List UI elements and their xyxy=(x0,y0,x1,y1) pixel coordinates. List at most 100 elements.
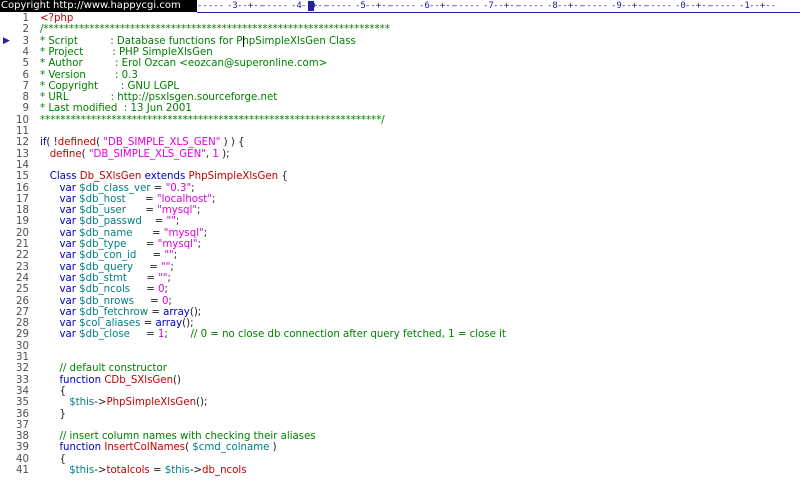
line-number: 14 xyxy=(16,159,29,171)
code-token: = xyxy=(132,227,164,239)
code-line[interactable]: 26 var $db_nrows = 0; xyxy=(0,296,800,307)
code-token: db_ncols xyxy=(202,465,247,476)
code-line[interactable]: 6 * Version : 0.3 xyxy=(0,70,800,81)
code-line[interactable]: 14 xyxy=(0,160,800,171)
code-line[interactable]: 40 { xyxy=(0,454,800,465)
line-number: 30 xyxy=(16,340,29,352)
code-line[interactable]: 18 var $db_user = "mysql"; xyxy=(0,205,800,216)
code-token: PhpSimpleXlsGen xyxy=(188,171,279,183)
code-line[interactable]: 17 var $db_host = "localhost"; xyxy=(0,194,800,205)
code-line[interactable]: 28 var $col_aliases = array(); xyxy=(0,318,800,329)
code-line[interactable]: 12 if( !defined( "DB_SIMPLE_XLS_GEN" ) ) … xyxy=(0,137,800,148)
code-token: defined xyxy=(57,137,97,149)
code-line[interactable]: 29 var $db_close = 1; // 0 = no close db… xyxy=(0,329,800,340)
code-line[interactable]: 36 } xyxy=(0,409,800,420)
code-token: ; xyxy=(203,227,208,239)
ruler-cursor-marker xyxy=(308,1,314,11)
code-line[interactable]: 1 <?php xyxy=(0,13,800,24)
code-token: "0.3" xyxy=(165,182,192,194)
code-line[interactable]: 22 var $db_con_id = ""; xyxy=(0,250,800,261)
code-token: /***************************************… xyxy=(40,24,390,36)
code-token: = xyxy=(133,261,162,273)
code-line[interactable]: 38 // insert column names with checking … xyxy=(0,431,800,442)
code-token: = xyxy=(136,250,165,262)
code-line[interactable]: 27 var $db_fetchrow = array(); xyxy=(0,307,800,318)
code-token: ; xyxy=(170,261,174,273)
code-token: ( xyxy=(46,137,54,149)
code-token: ; xyxy=(167,272,171,284)
code-token: "DB_SIMPLE_XLS_GEN" xyxy=(88,148,206,160)
code-line[interactable]: 23 var $db_query = ""; xyxy=(0,262,800,273)
code-line[interactable]: ▶ 3 * Script : Database functions for PhpS… xyxy=(0,36,800,47)
line-number: 16 xyxy=(16,182,29,194)
line-number: 19 xyxy=(16,216,29,228)
code-text: function InsertColNames( $cmd_colname ) xyxy=(40,442,276,454)
code-line[interactable]: 15 Class Db_SXlsGen extends PhpSimpleXls… xyxy=(0,171,800,182)
code-token: = xyxy=(140,318,156,330)
code-line[interactable]: 10 **************************************… xyxy=(0,115,800,126)
code-line[interactable]: 7 * Copyright : GNU LGPL xyxy=(0,81,800,92)
line-number: 4 xyxy=(22,46,29,58)
code-token: array xyxy=(163,306,190,318)
column-ruler[interactable]: ----- -3 --+-- ----- -4 --+-- ----- -5 --+-- ----… xyxy=(197,0,800,13)
code-line[interactable]: 21 var $db_type = "mysql"; xyxy=(0,239,800,250)
code-token: var xyxy=(59,182,76,194)
code-line[interactable]: 24 var $db_stmt = ""; xyxy=(0,273,800,284)
code-line[interactable]: 11 xyxy=(0,126,800,137)
code-line[interactable]: 19 var $db_passwd = ""; xyxy=(0,216,800,227)
code-line[interactable]: 30 xyxy=(0,341,800,352)
line-number: 39 xyxy=(16,442,29,454)
code-line[interactable]: 39 function InsertColNames( $cmd_colname… xyxy=(0,442,800,453)
code-token: -> xyxy=(94,465,107,476)
code-token: (); xyxy=(182,318,194,330)
copyright-label: Copyright http://www.happycgi.com xyxy=(0,0,198,12)
code-token: = xyxy=(126,272,159,284)
code-line[interactable]: 16 var $db_class_ver = "0.3"; xyxy=(0,183,800,194)
line-number: 7 xyxy=(22,80,29,92)
code-line[interactable]: 35 $this->PhpSimpleXlsGen(); xyxy=(0,397,800,408)
line-number: 6 xyxy=(22,69,29,81)
code-line[interactable]: 37 xyxy=(0,420,800,431)
line-number: 36 xyxy=(16,408,29,420)
code-line[interactable]: 31 xyxy=(0,352,800,363)
code-text: var $db_query = ""; xyxy=(40,261,174,273)
code-line[interactable]: 34 { xyxy=(0,386,800,397)
code-line[interactable]: 4 * Project : PHP SimpleXlsGen xyxy=(0,47,800,58)
line-number: 13 xyxy=(16,148,29,160)
code-editor[interactable]: 1 <?php 2 /********************************… xyxy=(0,13,800,494)
code-token: "mysql" xyxy=(163,227,204,239)
code-token: { xyxy=(59,385,66,397)
code-token: $cmd_colname xyxy=(192,442,270,454)
code-line[interactable]: 41 $this->totalcols = $this->db_ncols xyxy=(0,465,800,476)
line-number: 33 xyxy=(16,374,29,386)
code-text: ****************************************… xyxy=(40,115,385,126)
code-token: var xyxy=(59,272,76,284)
code-token: $db_fetchrow xyxy=(79,306,149,318)
code-line[interactable]: 13 define( "DB_SIMPLE_XLS_GEN", 1 ); xyxy=(0,149,800,160)
code-token: ; xyxy=(168,295,172,307)
line-number: 26 xyxy=(16,295,29,307)
code-text: * Last modified : 13 Jun 2001 xyxy=(40,103,192,114)
code-line[interactable]: 9 * Last modified : 13 Jun 2001 xyxy=(0,103,800,114)
code-line[interactable]: 25 var $db_ncols = 0; xyxy=(0,284,800,295)
ruler-dash: ----- xyxy=(581,1,609,11)
code-line[interactable]: 33 function CDb_SXlsGen() xyxy=(0,375,800,386)
code-text: <?php xyxy=(40,13,73,24)
code-line[interactable]: 20 var $db_name = "mysql"; xyxy=(0,228,800,239)
code-line[interactable]: 5 * Author : Erol Ozcan <eozcan@superonli… xyxy=(0,58,800,69)
code-text: var $db_ncols = 0; xyxy=(40,284,168,295)
code-text: var $db_user = "mysql"; xyxy=(40,205,200,216)
code-line[interactable]: 8 * URL : http://psxlsgen.sourceforge.net xyxy=(0,92,800,103)
code-token: "DB_SIMPLE_XLS_GEN" xyxy=(103,137,221,149)
line-number: 32 xyxy=(16,363,29,375)
code-line[interactable]: 32 // default constructor xyxy=(0,363,800,374)
line-number: 28 xyxy=(16,318,29,330)
line-number: 23 xyxy=(16,261,29,273)
code-line[interactable]: 2 /**************************************… xyxy=(0,24,800,35)
title-bar: Copyright http://www.happycgi.com ----- -… xyxy=(0,0,800,13)
